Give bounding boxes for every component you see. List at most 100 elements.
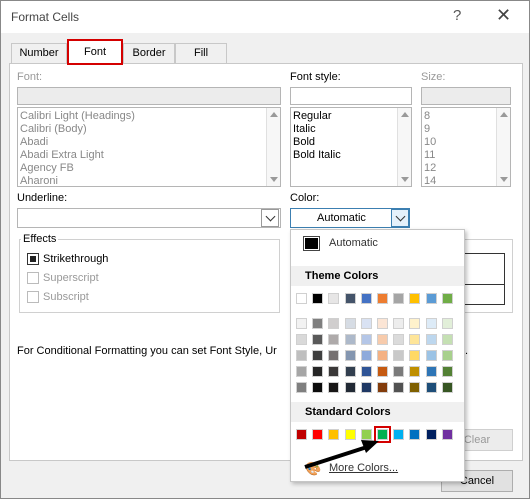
theme-shade-swatch[interactable]: [344, 366, 356, 377]
theme-shade-swatch[interactable]: [328, 350, 340, 361]
theme-shade-swatch[interactable]: [296, 318, 307, 329]
theme-shade-swatch[interactable]: [344, 334, 356, 345]
theme-shade-swatch[interactable]: [312, 366, 324, 377]
scroll-up-icon[interactable]: [270, 112, 278, 117]
theme-shade-swatch[interactable]: [409, 382, 421, 393]
font-list[interactable]: Calibri Light (Headings) Calibri (Body) …: [17, 107, 281, 187]
theme-shade-swatch[interactable]: [328, 366, 340, 377]
theme-color-swatch[interactable]: [296, 293, 307, 304]
size-input[interactable]: [421, 87, 511, 105]
theme-shade-swatch[interactable]: [296, 334, 307, 345]
automatic-color-option[interactable]: Automatic: [291, 230, 464, 258]
theme-shade-swatch[interactable]: [328, 334, 340, 345]
list-item[interactable]: Italic: [291, 123, 411, 136]
theme-shade-swatch[interactable]: [425, 350, 437, 361]
theme-shade-swatch[interactable]: [360, 382, 372, 393]
theme-shade-swatch[interactable]: [441, 366, 453, 377]
theme-shade-swatch[interactable]: [312, 318, 324, 329]
theme-shade-swatch[interactable]: [409, 318, 421, 329]
theme-shade-swatch[interactable]: [360, 318, 372, 329]
theme-shade-swatch[interactable]: [344, 350, 356, 361]
list-item[interactable]: Abadi: [18, 136, 280, 149]
list-item[interactable]: Calibri (Body): [18, 123, 280, 136]
font-style-list[interactable]: Regular Italic Bold Bold Italic: [290, 107, 412, 187]
tab-font[interactable]: Font: [67, 39, 123, 65]
theme-shade-swatch[interactable]: [393, 382, 405, 393]
tab-number[interactable]: Number: [11, 43, 67, 63]
theme-shade-swatch[interactable]: [377, 350, 388, 361]
theme-shade-swatch[interactable]: [393, 318, 405, 329]
theme-shade-swatch[interactable]: [312, 350, 324, 361]
help-icon[interactable]: ?: [453, 7, 461, 24]
font-style-input[interactable]: [290, 87, 412, 105]
theme-shade-swatch[interactable]: [312, 334, 324, 345]
theme-shade-swatch[interactable]: [393, 350, 405, 361]
chevron-down-icon[interactable]: [261, 209, 279, 227]
theme-shade-swatch[interactable]: [409, 350, 421, 361]
theme-shade-swatch[interactable]: [296, 382, 307, 393]
theme-shade-swatch[interactable]: [344, 318, 356, 329]
theme-shade-swatch[interactable]: [425, 334, 437, 345]
list-item[interactable]: Abadi Extra Light: [18, 149, 280, 162]
scroll-down-icon[interactable]: [401, 177, 409, 182]
subscript-checkbox[interactable]: [27, 291, 39, 303]
theme-color-swatch[interactable]: [312, 293, 324, 304]
color-select[interactable]: Automatic: [290, 208, 410, 228]
theme-shade-swatch[interactable]: [377, 366, 388, 377]
theme-shade-swatch[interactable]: [441, 334, 453, 345]
theme-color-swatch[interactable]: [360, 293, 372, 304]
theme-shade-swatch[interactable]: [360, 350, 372, 361]
list-item[interactable]: Bold Italic: [291, 149, 411, 162]
font-input[interactable]: [17, 87, 281, 105]
standard-color-swatch[interactable]: [409, 429, 421, 440]
scroll-down-icon[interactable]: [270, 177, 278, 182]
theme-shade-swatch[interactable]: [296, 350, 307, 361]
theme-color-swatch[interactable]: [328, 293, 340, 304]
theme-color-swatch[interactable]: [377, 293, 388, 304]
theme-shade-swatch[interactable]: [377, 382, 388, 393]
list-item[interactable]: Agency FB: [18, 162, 280, 175]
font-scrollbar[interactable]: [266, 108, 280, 186]
theme-color-swatch[interactable]: [409, 293, 421, 304]
theme-shade-swatch[interactable]: [328, 382, 340, 393]
standard-color-swatch[interactable]: [425, 429, 437, 440]
theme-color-swatch[interactable]: [441, 293, 453, 304]
theme-color-swatch[interactable]: [344, 293, 356, 304]
theme-shade-swatch[interactable]: [296, 366, 307, 377]
list-item[interactable]: Aharoni: [18, 175, 280, 186]
underline-select[interactable]: [17, 208, 281, 228]
close-icon[interactable]: ✕: [496, 5, 511, 26]
superscript-checkbox[interactable]: [27, 272, 39, 284]
theme-shade-swatch[interactable]: [441, 350, 453, 361]
scroll-up-icon[interactable]: [401, 112, 409, 117]
theme-shade-swatch[interactable]: [377, 334, 388, 345]
scroll-up-icon[interactable]: [500, 112, 508, 117]
theme-shade-swatch[interactable]: [425, 382, 437, 393]
theme-shade-swatch[interactable]: [441, 318, 453, 329]
theme-shade-swatch[interactable]: [360, 334, 372, 345]
theme-shade-swatch[interactable]: [312, 382, 324, 393]
scroll-down-icon[interactable]: [500, 177, 508, 182]
strikethrough-checkbox[interactable]: [27, 253, 39, 265]
size-list[interactable]: 8 9 10 11 12 14: [421, 107, 511, 187]
chevron-down-icon[interactable]: [391, 209, 409, 227]
theme-shade-swatch[interactable]: [344, 382, 356, 393]
list-item[interactable]: Bold: [291, 136, 411, 149]
theme-shade-swatch[interactable]: [360, 366, 372, 377]
theme-shade-swatch[interactable]: [441, 382, 453, 393]
theme-shade-swatch[interactable]: [409, 334, 421, 345]
size-scrollbar[interactable]: [496, 108, 510, 186]
font-style-scrollbar[interactable]: [397, 108, 411, 186]
theme-shade-swatch[interactable]: [425, 366, 437, 377]
tab-fill[interactable]: Fill: [175, 43, 227, 63]
list-item[interactable]: Calibri Light (Headings): [18, 110, 280, 123]
theme-shade-swatch[interactable]: [393, 366, 405, 377]
theme-shade-swatch[interactable]: [409, 366, 421, 377]
theme-shade-swatch[interactable]: [393, 334, 405, 345]
theme-shade-swatch[interactable]: [425, 318, 437, 329]
theme-color-swatch[interactable]: [393, 293, 405, 304]
tab-border[interactable]: Border: [123, 43, 175, 63]
list-item[interactable]: Regular: [291, 110, 411, 123]
theme-shade-swatch[interactable]: [328, 318, 340, 329]
theme-shade-swatch[interactable]: [377, 318, 388, 329]
